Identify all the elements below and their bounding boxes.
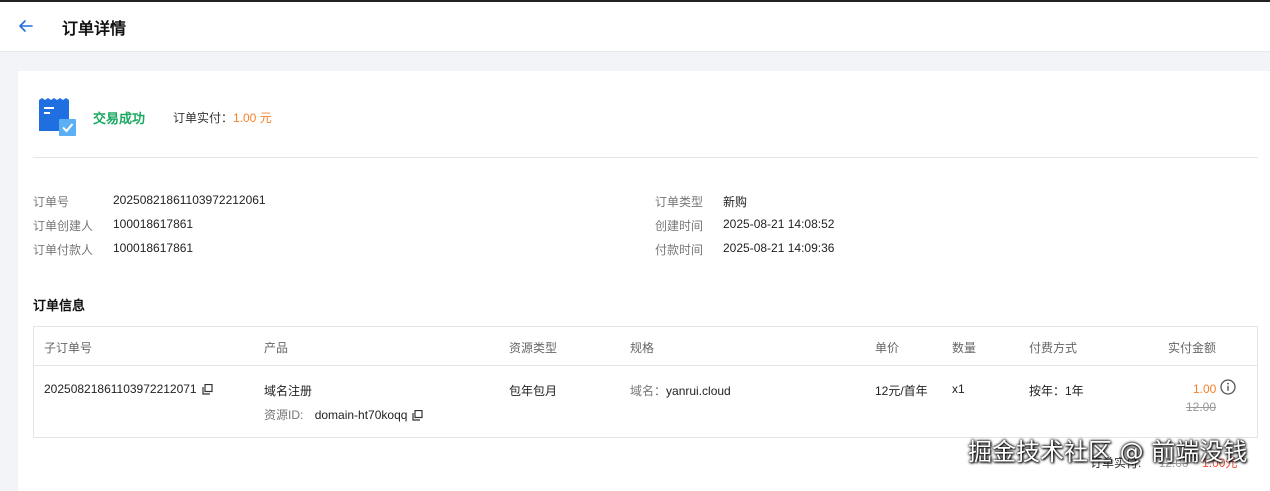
- th-resource-type: 资源类型: [509, 341, 558, 355]
- order-no-value: 20250821861103972212061: [113, 193, 266, 207]
- quantity-value: x1: [952, 382, 965, 396]
- resource-id-value: domain-ht70koqq: [314, 408, 408, 422]
- original-amount-value: 12.00: [1186, 400, 1217, 414]
- resource-id-label: 资源ID:: [264, 408, 304, 422]
- order-items-table: 子订单号 产品 资源类型 规格 单价 数量 付费方式 实付金额 20250821…: [33, 326, 1258, 438]
- status-text: 交易成功: [93, 111, 146, 126]
- th-sub-order-no: 子订单号: [44, 341, 93, 355]
- page-header: 订单详情: [0, 2, 1270, 52]
- order-receipt-icon: [39, 98, 76, 136]
- th-quantity: 数量: [952, 341, 977, 355]
- order-detail-card: 交易成功 订单实付： 1.00 元 订单号 202508218611039722…: [18, 71, 1270, 491]
- resource-id-cell: 资源ID: domain-ht70koqq: [264, 406, 424, 423]
- th-paid-amount: 实付金额: [1168, 341, 1217, 355]
- pay-method-value: 按年：1年: [1029, 384, 1084, 398]
- paid-time-label: 付款时间: [655, 243, 704, 257]
- sub-order-no-cell: 20250821861103972212071: [44, 382, 213, 396]
- copy-icon[interactable]: [412, 410, 424, 421]
- back-arrow-icon[interactable]: [16, 16, 36, 36]
- paid-amount-value: 1.00: [1193, 382, 1217, 396]
- paid-label: 订单实付：: [173, 111, 234, 125]
- th-unit-price: 单价: [875, 341, 900, 355]
- table-header: 子订单号 产品 资源类型 规格 单价 数量 付费方式 实付金额: [34, 327, 1257, 366]
- section-title: 订单信息: [33, 298, 86, 313]
- paid-time-value: 2025-08-21 14:09:36: [723, 241, 835, 255]
- sub-order-no-value: 20250821861103972212071: [44, 382, 197, 396]
- created-time-label: 创建时间: [655, 219, 704, 233]
- th-spec: 规格: [630, 341, 655, 355]
- spec-label: 域名：: [630, 384, 667, 398]
- th-pay-method: 付费方式: [1029, 341, 1078, 355]
- order-no-label: 订单号: [33, 195, 70, 209]
- paid-value: 1.00 元: [233, 111, 272, 125]
- product-value: 域名注册: [264, 384, 313, 398]
- th-product: 产品: [264, 341, 289, 355]
- creator-value: 100018617861: [113, 217, 194, 231]
- order-type-label: 订单类型: [655, 195, 704, 209]
- info-icon[interactable]: [1220, 379, 1236, 395]
- creator-label: 订单创建人: [33, 219, 94, 233]
- page-title: 订单详情: [62, 21, 127, 38]
- divider: [33, 157, 1258, 158]
- watermark-text: 掘金技术社区 @ 前端没钱: [968, 438, 1248, 466]
- spec-cell: 域名：yanrui.cloud: [630, 382, 731, 399]
- copy-icon[interactable]: [202, 384, 213, 395]
- resource-type-value: 包年包月: [509, 384, 558, 398]
- spec-value: yanrui.cloud: [666, 384, 731, 398]
- created-time-value: 2025-08-21 14:08:52: [723, 217, 835, 231]
- payer-label: 订单付款人: [33, 243, 94, 257]
- unit-price-value: 12元/首年: [875, 384, 928, 398]
- payer-value: 100018617861: [113, 241, 194, 255]
- order-type-value: 新购: [723, 195, 748, 209]
